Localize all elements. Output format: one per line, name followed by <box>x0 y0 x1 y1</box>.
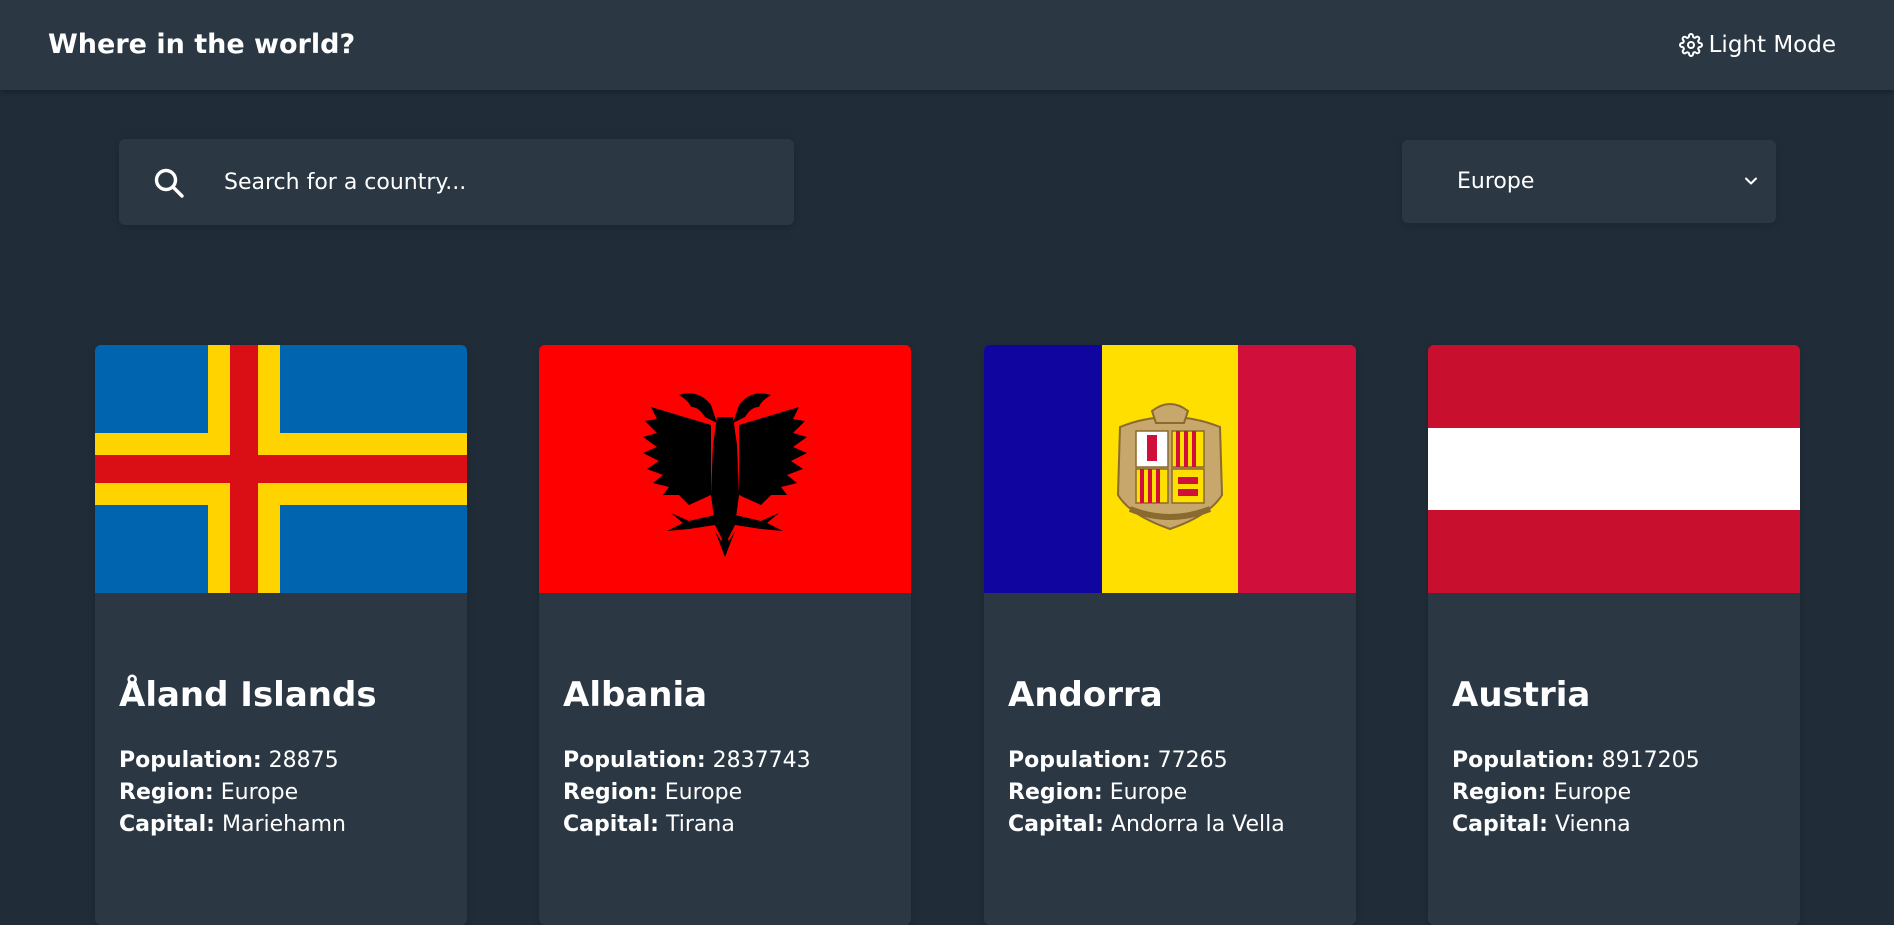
population-label: Population: <box>119 748 262 773</box>
capital-value: Tirana <box>665 812 735 837</box>
population-value: 28875 <box>268 748 339 773</box>
capital-value: Andorra la Vella <box>1110 812 1285 837</box>
gear-icon <box>1678 33 1703 57</box>
country-details: Population: 2837743 Region: Europe Capit… <box>563 745 811 841</box>
coat-of-arms-icon <box>1116 403 1224 531</box>
country-card[interactable]: Austria Population: 8917205 Region: Euro… <box>1428 345 1800 925</box>
population-label: Population: <box>563 748 706 773</box>
capital-label: Capital: <box>1452 812 1548 837</box>
region-value: Europe <box>220 780 299 805</box>
flag-image <box>984 345 1356 593</box>
population-label: Population: <box>1452 748 1595 773</box>
population-value: 8917205 <box>1601 748 1700 773</box>
flag-image <box>539 345 911 593</box>
flag-image <box>95 345 467 593</box>
capital-value: Mariehamn <box>221 812 346 837</box>
country-card[interactable]: Albania Population: 2837743 Region: Euro… <box>539 345 911 925</box>
region-value: Europe <box>1553 780 1632 805</box>
country-name: Åland Islands <box>119 675 377 715</box>
capital-value: Vienna <box>1554 812 1631 837</box>
country-details: Population: 77265 Region: Europe Capital… <box>1008 745 1285 841</box>
app-header: Where in the world? Light Mode <box>0 0 1894 90</box>
capital-label: Capital: <box>119 812 215 837</box>
country-name: Austria <box>1452 675 1591 715</box>
search-icon <box>154 168 184 198</box>
theme-toggle-button[interactable]: Light Mode <box>1678 28 1836 62</box>
region-label: Region: <box>1008 780 1103 805</box>
population-label: Population: <box>1008 748 1151 773</box>
country-card[interactable]: Andorra Population: 77265 Region: Europe… <box>984 345 1356 925</box>
country-details: Population: 28875 Region: Europe Capital… <box>119 745 346 841</box>
region-filter-select[interactable]: Europe <box>1402 140 1776 223</box>
capital-label: Capital: <box>563 812 659 837</box>
population-value: 2837743 <box>712 748 811 773</box>
search-input[interactable] <box>224 139 764 225</box>
flag-image <box>1428 345 1800 593</box>
country-card[interactable]: Åland Islands Population: 28875 Region: … <box>95 345 467 925</box>
population-value: 77265 <box>1157 748 1228 773</box>
region-label: Region: <box>119 780 214 805</box>
region-value: Europe <box>1109 780 1188 805</box>
chevron-down-icon <box>1745 177 1757 185</box>
region-label: Region: <box>1452 780 1547 805</box>
capital-label: Capital: <box>1008 812 1104 837</box>
app-title: Where in the world? <box>48 29 356 60</box>
country-name: Albania <box>563 675 708 715</box>
region-value: Europe <box>664 780 743 805</box>
theme-toggle-label: Light Mode <box>1708 32 1836 58</box>
country-details: Population: 8917205 Region: Europe Capit… <box>1452 745 1700 841</box>
search-box <box>119 139 794 225</box>
region-filter-value: Europe <box>1457 169 1535 194</box>
region-label: Region: <box>563 780 658 805</box>
country-name: Andorra <box>1008 675 1163 715</box>
